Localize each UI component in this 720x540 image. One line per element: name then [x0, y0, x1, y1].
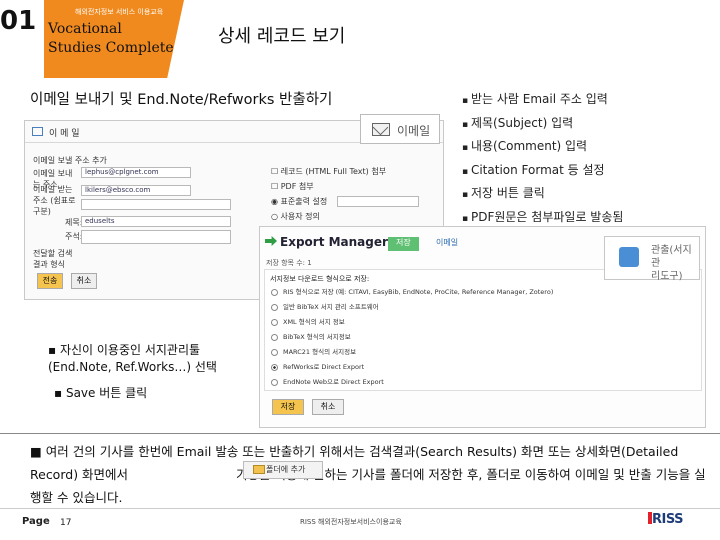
export-format-option[interactable]: BibTeX 형식의 서지정보: [271, 331, 351, 341]
folder-icon: [253, 465, 265, 474]
email-row-label: 이메일 받는 주소 (쉼표로 구분): [33, 185, 76, 216]
page-title: 상세 레코드 보기: [218, 26, 346, 47]
radio-icon: [271, 378, 278, 386]
citation-format-select[interactable]: [337, 196, 419, 207]
header-title: Vocational Studies Complete: [48, 20, 174, 58]
email-row-label: 주석:: [65, 232, 83, 241]
footer-page-number: 17: [60, 518, 72, 528]
export-format-option[interactable]: EndNote Web으로 Direct Export: [271, 376, 384, 386]
export-format-option[interactable]: XML 형식의 서지 정보: [271, 316, 345, 326]
header-subtitle: 해외전자정보 서비스 이용교육: [75, 8, 164, 16]
subject-field[interactable]: eduselts: [81, 216, 231, 227]
cancel-button[interactable]: 취소: [71, 273, 97, 289]
note-save: ▪ Save 버튼 클릭: [54, 386, 148, 400]
instruction-list: 받는 사람 Email 주소 입력 제목(Subject) 입력 내용(Comm…: [462, 89, 623, 230]
instruction-item: 저장 버튼 클릭: [462, 183, 623, 207]
tab-save[interactable]: 저장: [388, 237, 419, 251]
email-envelope-icon: [32, 127, 43, 136]
email-option[interactable]: ○ 사용자 정의: [271, 211, 320, 222]
radio-icon: [271, 318, 278, 326]
callout-text: 관출(서지관 리도구): [651, 244, 699, 283]
send-button[interactable]: 전송: [37, 273, 63, 289]
to-email-extra-field[interactable]: [81, 199, 231, 210]
radio-icon: [271, 303, 278, 311]
export-manager-title: Export Manager: [280, 235, 388, 249]
radio-icon: [271, 348, 278, 356]
export-item-count: 저장 항목 수: 1: [266, 259, 312, 267]
header-title-line2: Studies Complete: [48, 40, 174, 56]
mail-icon: [372, 123, 390, 136]
section-number: 01: [0, 6, 37, 36]
footer-page-label: Page: [22, 516, 50, 527]
export-save-button[interactable]: 저장: [272, 399, 304, 415]
export-cancel-button[interactable]: 취소: [312, 399, 344, 415]
callout-text-line: 리도구): [651, 271, 683, 282]
export-tool-callout: 관출(서지관 리도구): [604, 236, 700, 283]
radio-icon: [271, 333, 278, 341]
export-tool-icon: [619, 247, 639, 267]
to-email-field[interactable]: lkilers@ebsco.com: [81, 185, 191, 196]
tab-email[interactable]: 이메일: [428, 237, 466, 251]
export-format-option-selected[interactable]: RefWorks로 Direct Export: [271, 361, 364, 371]
export-format-box: 서지정보 다운로드 형식으로 저장: RIS 형식으로 저장 (예: CITAV…: [264, 269, 702, 391]
instruction-item: 제목(Subject) 입력: [462, 113, 623, 137]
instruction-item: Citation Format 등 설정: [462, 160, 623, 184]
export-format-option[interactable]: MARC21 형식의 서지정보: [271, 346, 356, 356]
note-line: ▪ 자신이 이용중인 서지관리툴: [48, 343, 201, 357]
comment-field[interactable]: [81, 230, 231, 244]
instruction-paragraph: ■ 여러 건의 기사를 한번에 Email 발송 또는 반출하기 위해서는 검색…: [30, 440, 710, 509]
radio-icon: [271, 288, 278, 296]
email-option[interactable]: ☐ 레코드 (HTML Full Text) 첨부: [271, 166, 386, 177]
radio-selected-icon: [271, 363, 278, 371]
email-row-label: 제목:: [65, 218, 83, 227]
paragraph-text: 기능을 이용해 원하는 기사를 폴더에 저장한 후, 폴더로 이동하여 이메일 …: [30, 467, 706, 505]
divider: [0, 433, 720, 434]
header-title-line1: Vocational: [48, 21, 122, 37]
export-format-option[interactable]: 일반 BibTeX 서지 관리 소프트웨어: [271, 301, 379, 311]
export-format-option[interactable]: RIS 형식으로 저장 (예: CITAVI, EasyBib, EndNote…: [271, 286, 553, 296]
section-title: 이메일 보내기 및 End.Note/Refworks 반출하기: [30, 92, 333, 108]
callout-text-line: 관출(서지관: [651, 245, 692, 269]
note-line: (End.Note, Ref.Works…) 선택: [48, 360, 217, 374]
note-select-tool: ▪ 자신이 이용중인 서지관리툴 (End.Note, Ref.Works…) …: [48, 342, 217, 376]
export-arrow-icon: [265, 236, 277, 246]
instruction-item: 받는 사람 Email 주소 입력: [462, 89, 623, 113]
footer-divider: [0, 508, 720, 509]
email-option[interactable]: ☐ PDF 첨부: [271, 181, 314, 192]
riss-logo: RISS: [652, 512, 684, 527]
email-row-label: 전달할 검색 결과 형식: [33, 249, 73, 269]
email-row-label: 이메일 보낼 주소 추가: [33, 156, 107, 165]
instruction-item: 내용(Comment) 입력: [462, 136, 623, 160]
footer-center-text: RISS 해외전자정보서비스이용교육: [300, 518, 402, 526]
email-option[interactable]: ◉ 표준출력 설정: [271, 196, 327, 207]
from-email-field[interactable]: lephus@cplgnet.com: [81, 167, 191, 178]
